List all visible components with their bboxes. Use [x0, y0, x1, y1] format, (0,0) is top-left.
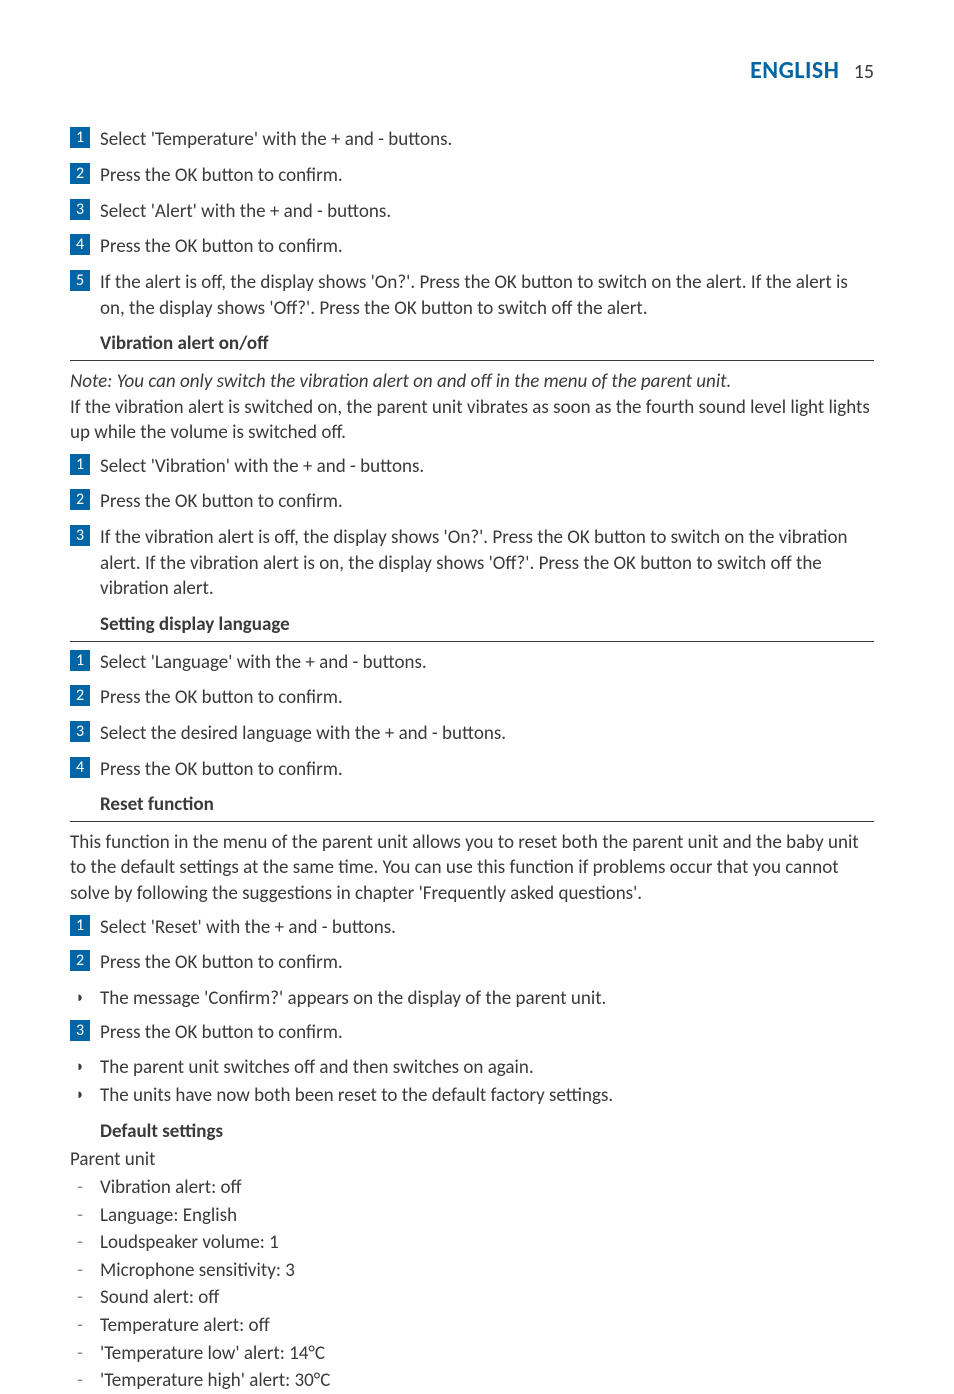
- bullet-row: ◗ The message 'Confirm?' appears on the …: [70, 986, 874, 1012]
- step-row: 2 Press the OK button to confirm.: [70, 489, 874, 515]
- step-text: If the alert is off, the display shows '…: [100, 270, 874, 321]
- bullet-row: ◗ The units have now both been reset to …: [70, 1083, 874, 1109]
- step-text: Press the OK button to confirm.: [100, 234, 874, 260]
- step-number-icon: 3: [70, 721, 90, 742]
- step-text: If the vibration alert is off, the displ…: [100, 525, 874, 602]
- step-text: Press the OK button to confirm.: [100, 489, 874, 515]
- list-item: - Language: English: [70, 1203, 874, 1229]
- step-text: Select 'Language' with the + and - butto…: [100, 650, 874, 676]
- list-item: - 'Temperature high' alert: 30°C: [70, 1368, 874, 1394]
- step-number-icon: 3: [70, 1020, 90, 1041]
- dash-icon: -: [70, 1175, 90, 1201]
- list-text: Sound alert: off: [100, 1285, 874, 1311]
- list-item: - Loudspeaker volume: 1: [70, 1230, 874, 1256]
- dash-icon: -: [70, 1368, 90, 1394]
- step-text: Select 'Alert' with the + and - buttons.: [100, 199, 874, 225]
- list-item: - Sound alert: off: [70, 1285, 874, 1311]
- step-number-icon: 2: [70, 489, 90, 510]
- step-number-icon: 2: [70, 685, 90, 706]
- header-page-number: 15: [854, 60, 874, 84]
- step-number-icon: 1: [70, 127, 90, 148]
- step-text: Select 'Reset' with the + and - buttons.: [100, 915, 874, 941]
- section-divider: [70, 360, 874, 361]
- section-heading-defaults: Default settings: [100, 1119, 874, 1145]
- bullet-text: The parent unit switches off and then sw…: [100, 1055, 874, 1081]
- step-row: 5 If the alert is off, the display shows…: [70, 270, 874, 321]
- step-text: Press the OK button to confirm.: [100, 950, 874, 976]
- bullet-row: ◗ The parent unit switches off and then …: [70, 1055, 874, 1081]
- step-number-icon: 1: [70, 454, 90, 475]
- header-language: ENGLISH: [750, 56, 839, 85]
- list-text: Microphone sensitivity: 3: [100, 1258, 874, 1284]
- step-row: 4 Press the OK button to confirm.: [70, 234, 874, 260]
- dash-icon: -: [70, 1313, 90, 1339]
- step-number-icon: 5: [70, 270, 90, 291]
- step-row: 1 Select 'Vibration' with the + and - bu…: [70, 454, 874, 480]
- bullet-icon: ◗: [70, 1083, 90, 1108]
- step-text: Select the desired language with the + a…: [100, 721, 874, 747]
- list-text: Temperature alert: off: [100, 1313, 874, 1339]
- list-text: 'Temperature high' alert: 30°C: [100, 1368, 874, 1394]
- step-number-icon: 1: [70, 915, 90, 936]
- section-heading-language: Setting display language: [100, 612, 874, 638]
- list-item: - Vibration alert: off: [70, 1175, 874, 1201]
- dash-icon: -: [70, 1203, 90, 1229]
- intro-text: If the vibration alert is switched on, t…: [70, 395, 874, 446]
- step-row: 1 Select 'Temperature' with the + and - …: [70, 127, 874, 153]
- step-row: 2 Press the OK button to confirm.: [70, 685, 874, 711]
- step-row: 2 Press the OK button to confirm.: [70, 950, 874, 976]
- step-row: 3 Press the OK button to confirm.: [70, 1020, 874, 1046]
- dash-icon: -: [70, 1230, 90, 1256]
- step-row: 1 Select 'Language' with the + and - but…: [70, 650, 874, 676]
- list-item: - Temperature alert: off: [70, 1313, 874, 1339]
- step-text: Press the OK button to confirm.: [100, 1020, 874, 1046]
- step-number-icon: 1: [70, 650, 90, 671]
- step-text: Select 'Vibration' with the + and - butt…: [100, 454, 874, 480]
- bullet-text: The units have now both been reset to th…: [100, 1083, 874, 1109]
- step-number-icon: 3: [70, 199, 90, 220]
- bullet-icon: ◗: [70, 986, 90, 1011]
- step-row: 3 Select 'Alert' with the + and - button…: [70, 199, 874, 225]
- step-number-icon: 2: [70, 950, 90, 971]
- step-number-icon: 4: [70, 757, 90, 778]
- step-number-icon: 4: [70, 234, 90, 255]
- dash-icon: -: [70, 1285, 90, 1311]
- step-text: Press the OK button to confirm.: [100, 757, 874, 783]
- section-divider: [70, 641, 874, 642]
- list-text: Language: English: [100, 1203, 874, 1229]
- section-heading-vibration: Vibration alert on/off: [100, 331, 874, 357]
- step-row: 3 Select the desired language with the +…: [70, 721, 874, 747]
- dash-icon: -: [70, 1258, 90, 1284]
- step-row: 4 Press the OK button to confirm.: [70, 757, 874, 783]
- section-divider: [70, 821, 874, 822]
- bullet-icon: ◗: [70, 1055, 90, 1080]
- bullet-text: The message 'Confirm?' appears on the di…: [100, 986, 874, 1012]
- step-row: 2 Press the OK button to confirm.: [70, 163, 874, 189]
- defaults-subhead: Parent unit: [70, 1147, 874, 1173]
- step-number-icon: 3: [70, 525, 90, 546]
- intro-text: This function in the menu of the parent …: [70, 830, 874, 907]
- list-text: Vibration alert: off: [100, 1175, 874, 1201]
- page-header: ENGLISH 15: [70, 55, 874, 87]
- list-item: - Microphone sensitivity: 3: [70, 1258, 874, 1284]
- note-text: Note: You can only switch the vibration …: [70, 369, 874, 395]
- section-heading-reset: Reset function: [100, 792, 874, 818]
- step-row: 1 Select 'Reset' with the + and - button…: [70, 915, 874, 941]
- step-row: 3 If the vibration alert is off, the dis…: [70, 525, 874, 602]
- list-text: Loudspeaker volume: 1: [100, 1230, 874, 1256]
- step-text: Press the OK button to confirm.: [100, 163, 874, 189]
- step-number-icon: 2: [70, 163, 90, 184]
- step-text: Press the OK button to confirm.: [100, 685, 874, 711]
- step-text: Select 'Temperature' with the + and - bu…: [100, 127, 874, 153]
